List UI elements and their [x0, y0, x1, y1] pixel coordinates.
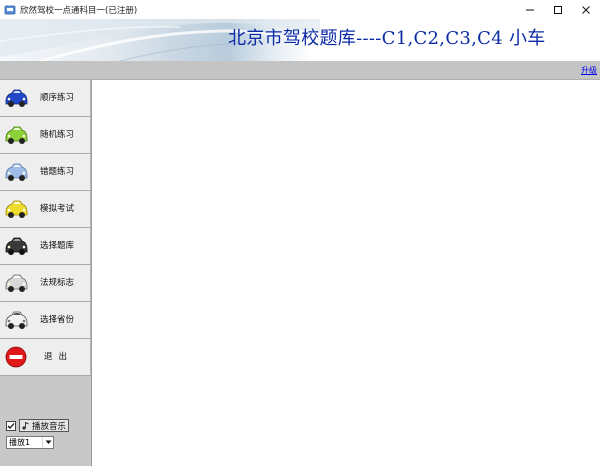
play-music-label: 播放音乐	[32, 421, 67, 432]
main-content-area	[92, 80, 600, 466]
minimize-button[interactable]	[516, 0, 544, 19]
sidebar-item-label: 模拟考试	[40, 204, 75, 214]
car-icon	[5, 237, 28, 255]
minimize-icon	[526, 9, 534, 10]
upgrade-link[interactable]: 升级	[581, 65, 597, 76]
chevron-down-icon	[42, 437, 53, 448]
banner-title: 北京市驾校题库----C1,C2,C3,C4 小车	[228, 28, 546, 49]
car-icon	[5, 311, 28, 329]
sidebar-item-label: 选择题库	[40, 241, 75, 251]
window-title: 欣然驾校一点通科目一(已注册)	[20, 5, 138, 16]
banner: 北京市驾校题库----C1,C2,C3,C4 小车	[0, 19, 600, 61]
sidebar-item-label: 顺序练习	[40, 93, 75, 103]
sidebar-item-label: 法规标志	[40, 278, 75, 288]
checkmark-icon	[7, 422, 15, 429]
sidebar-item-regulations-signs[interactable]: 法规标志	[0, 265, 91, 302]
sidebar-item-label: 错题练习	[40, 167, 75, 177]
sidebar-item-random-practice[interactable]: 随机练习	[0, 117, 91, 154]
maximize-icon	[554, 5, 562, 14]
play-music-checkbox[interactable]	[6, 420, 16, 431]
window-controls	[516, 0, 600, 19]
sidebar-item-label: 选择省份	[40, 315, 75, 325]
car-icon	[5, 89, 28, 107]
music-controls: 播放音乐	[6, 419, 70, 432]
sidebar-item-select-question-bank[interactable]: 选择题库	[0, 228, 91, 265]
title-bar: 欣然驾校一点通科目一(已注册)	[0, 0, 600, 19]
sidebar-item-label: 退出	[44, 352, 74, 362]
close-button[interactable]	[572, 0, 600, 19]
music-track-select[interactable]: 播放1	[6, 436, 54, 449]
music-track-value: 播放1	[9, 438, 31, 447]
car-icon	[5, 200, 28, 218]
sidebar: 顺序练习 随机练习 错题练习 模拟考试 选择题库 法规标志 选择省份 退出 播放…	[0, 80, 92, 466]
car-icon	[5, 163, 28, 181]
play-music-button[interactable]: 播放音乐	[19, 419, 70, 432]
music-note-icon	[22, 422, 29, 430]
sidebar-item-exit[interactable]: 退出	[0, 339, 91, 376]
sidebar-item-select-province[interactable]: 选择省份	[0, 302, 91, 339]
sidebar-item-label: 随机练习	[40, 130, 75, 140]
close-icon	[582, 5, 590, 14]
no-entry-icon	[5, 346, 27, 368]
app-icon	[4, 5, 16, 14]
sidebar-item-wrong-questions-practice[interactable]: 错题练习	[0, 154, 91, 191]
maximize-button[interactable]	[544, 0, 572, 19]
car-icon	[5, 274, 28, 292]
sidebar-item-sequential-practice[interactable]: 顺序练习	[0, 80, 91, 117]
car-icon	[5, 126, 28, 144]
sidebar-item-mock-exam[interactable]: 模拟考试	[0, 191, 91, 228]
toolbar: 升级	[0, 61, 600, 80]
